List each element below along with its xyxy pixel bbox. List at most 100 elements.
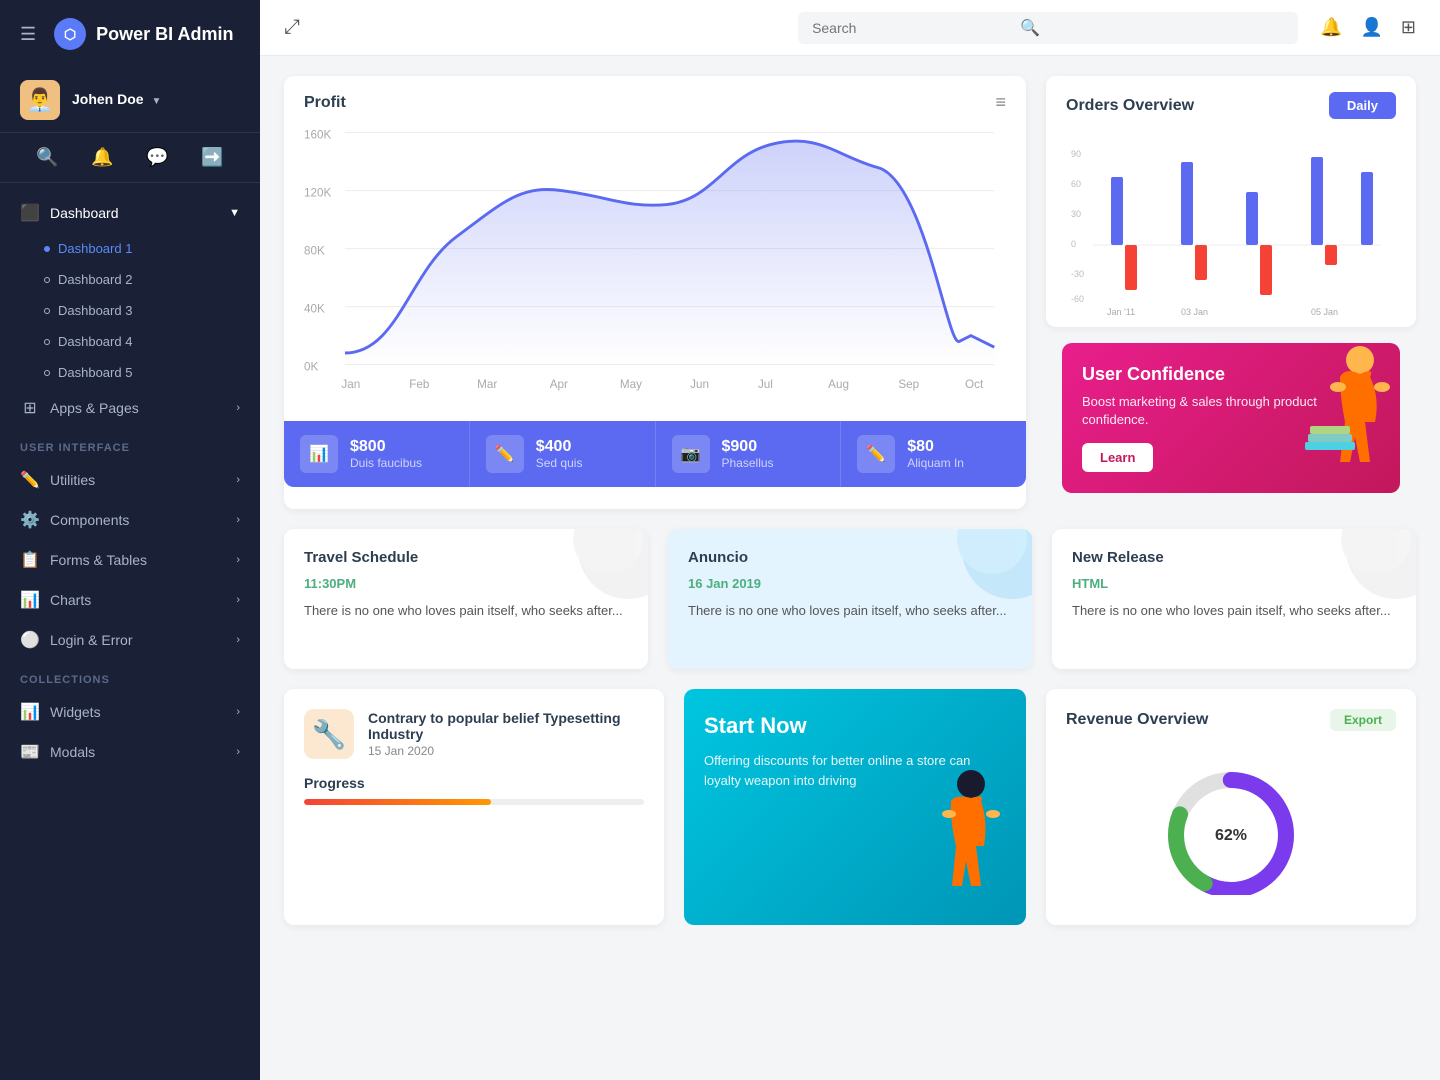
- svg-text:Aug: Aug: [828, 378, 849, 391]
- user-confidence-banner: User Confidence Boost marketing & sales …: [1062, 343, 1400, 493]
- search-input[interactable]: [812, 20, 1012, 36]
- stat-value-4: $80: [907, 438, 964, 456]
- start-now-card: Start Now Offering discounts for better …: [684, 689, 1026, 925]
- brand-name: Power BI Admin: [96, 24, 233, 45]
- sidebar-item-dashboard2[interactable]: Dashboard 2: [0, 264, 260, 295]
- travel-title: Travel Schedule: [304, 549, 628, 566]
- progress-bar: [304, 799, 491, 805]
- sidebar-item-dashboard[interactable]: ⬛ Dashboard ▼: [0, 193, 260, 233]
- user-profile[interactable]: 👨‍💼 Johen Doe ▼: [0, 68, 260, 133]
- new-release-tag: HTML: [1072, 576, 1396, 591]
- hamburger-icon[interactable]: ☰: [20, 24, 36, 45]
- stat-icon-4: ✏️: [857, 435, 895, 473]
- svg-text:0: 0: [1071, 239, 1076, 249]
- stat-label-4: Aliquam In: [907, 456, 964, 470]
- svg-text:Jan '11: Jan '11: [1107, 307, 1135, 317]
- expand-icon[interactable]: ⤢: [284, 16, 300, 39]
- orders-header: Orders Overview Daily: [1046, 76, 1416, 127]
- chat-icon[interactable]: 💬: [146, 147, 168, 168]
- sidebar-item-dashboard3[interactable]: Dashboard 3: [0, 295, 260, 326]
- daily-button[interactable]: Daily: [1329, 92, 1396, 119]
- chevron-right-icon: ›: [236, 474, 240, 486]
- grid-icon[interactable]: ⊞: [1401, 17, 1416, 38]
- start-now-title: Start Now: [704, 713, 1006, 739]
- search-icon: 🔍: [1020, 18, 1040, 38]
- search-icon[interactable]: 🔍: [36, 147, 58, 168]
- export-button[interactable]: Export: [1330, 709, 1396, 731]
- chevron-right-icon: ›: [236, 554, 240, 566]
- revenue-title: Revenue Overview: [1066, 711, 1208, 729]
- chevron-down-icon: ▼: [229, 207, 240, 219]
- anuncio-date: 16 Jan 2019: [688, 576, 1012, 591]
- confidence-figure: [1290, 343, 1390, 493]
- topbar-icons: 🔔 👤 ⊞: [1320, 17, 1416, 38]
- new-release-card: New Release HTML There is no one who lov…: [1052, 529, 1416, 669]
- dot-icon: [44, 339, 50, 345]
- stat-icon-1: 📊: [300, 435, 338, 473]
- charts-icon: 📊: [20, 590, 40, 610]
- sidebar-item-utilities[interactable]: ✏️ Utilities ›: [0, 460, 260, 500]
- sidebar-item-forms-tables[interactable]: 📋 Forms & Tables ›: [0, 540, 260, 580]
- orders-chart-area: 90 60 30 0 -30 -60: [1046, 127, 1416, 327]
- sidebar-icon-row: 🔍 🔔 💬 ➡️: [0, 133, 260, 183]
- chart-menu-icon[interactable]: ≡: [995, 92, 1006, 113]
- sidebar-item-login-error[interactable]: ⚪ Login & Error ›: [0, 620, 260, 660]
- bell-icon[interactable]: 🔔: [91, 147, 113, 168]
- sidebar-item-dashboard1[interactable]: Dashboard 1: [0, 233, 260, 264]
- svg-text:60: 60: [1071, 179, 1081, 189]
- revenue-donut-chart: 62%: [1141, 755, 1321, 895]
- svg-text:80K: 80K: [304, 244, 325, 257]
- svg-text:Feb: Feb: [409, 378, 429, 391]
- stat-icon-2: ✏️: [486, 435, 524, 473]
- travel-schedule-card: Travel Schedule 11:30PM There is no one …: [284, 529, 648, 669]
- topbar: ⤢ 🔍 🔔 👤 ⊞: [260, 0, 1440, 56]
- svg-text:120K: 120K: [304, 186, 332, 199]
- table-icon: 📋: [20, 550, 40, 570]
- user-icon[interactable]: 👤: [1360, 17, 1382, 38]
- new-release-body: There is no one who loves pain itself, w…: [1072, 601, 1396, 621]
- stat-label-2: Sed quis: [536, 456, 583, 470]
- sidebar-nav: ⬛ Dashboard ▼ Dashboard 1 Dashboard 2 Da…: [0, 183, 260, 1080]
- grid-icon: ⊞: [20, 398, 40, 418]
- dot-icon: [44, 277, 50, 283]
- progress-label: Progress: [304, 775, 644, 791]
- search-bar[interactable]: 🔍: [798, 12, 1298, 44]
- sidebar-item-charts[interactable]: 📊 Charts ›: [0, 580, 260, 620]
- main-content: ⤢ 🔍 🔔 👤 ⊞ Profit ≡ 160K: [260, 0, 1440, 1080]
- notification-icon[interactable]: 🔔: [1320, 17, 1342, 38]
- svg-text:Mar: Mar: [477, 378, 497, 391]
- sidebar-item-dashboard4[interactable]: Dashboard 4: [0, 326, 260, 357]
- start-now-figure: [916, 766, 1016, 925]
- sidebar-item-components[interactable]: ⚙️ Components ›: [0, 500, 260, 540]
- learn-button[interactable]: Learn: [1082, 443, 1153, 472]
- news-image: 🔧: [304, 709, 354, 759]
- orders-title: Orders Overview: [1066, 97, 1194, 115]
- stat-value-1: $800: [350, 438, 422, 456]
- orders-bar-chart: 90 60 30 0 -30 -60: [1066, 137, 1396, 317]
- logout-icon[interactable]: ➡️: [201, 147, 223, 168]
- new-release-title: New Release: [1072, 549, 1396, 566]
- dot-icon: [44, 370, 50, 376]
- chevron-right-icon: ›: [236, 594, 240, 606]
- travel-time: 11:30PM: [304, 576, 628, 591]
- svg-text:05 Jan: 05 Jan: [1311, 307, 1338, 317]
- section-label-collections: COLLECTIONS: [0, 660, 260, 692]
- stat-item-1: 📊 $800 Duis faucibus: [284, 421, 470, 487]
- sidebar: ☰ ⬡ Power BI Admin 👨‍💼 Johen Doe ▼ 🔍 🔔 💬…: [0, 0, 260, 1080]
- svg-text:30: 30: [1071, 209, 1081, 219]
- svg-text:62%: 62%: [1215, 827, 1247, 844]
- sidebar-item-dashboard5[interactable]: Dashboard 5: [0, 357, 260, 388]
- svg-text:Jan: Jan: [341, 378, 360, 391]
- svg-text:40K: 40K: [304, 302, 325, 315]
- sidebar-item-widgets[interactable]: 📊 Widgets ›: [0, 692, 260, 732]
- progress-bar-wrap: [304, 799, 644, 805]
- dot-icon: [44, 246, 50, 252]
- news-title: Contrary to popular belief Typesetting I…: [368, 710, 644, 742]
- section-label-ui: USER INTERFACE: [0, 428, 260, 460]
- sidebar-item-modals[interactable]: 📰 Modals ›: [0, 732, 260, 772]
- anuncio-body: There is no one who loves pain itself, w…: [688, 601, 1012, 621]
- svg-text:Jun: Jun: [690, 378, 709, 391]
- sidebar-item-apps-pages[interactable]: ⊞ Apps & Pages ›: [0, 388, 260, 428]
- orders-overview-card: Orders Overview Daily 90 60 30 0 -30 -60: [1046, 76, 1416, 327]
- stat-icon-3: 📷: [672, 435, 710, 473]
